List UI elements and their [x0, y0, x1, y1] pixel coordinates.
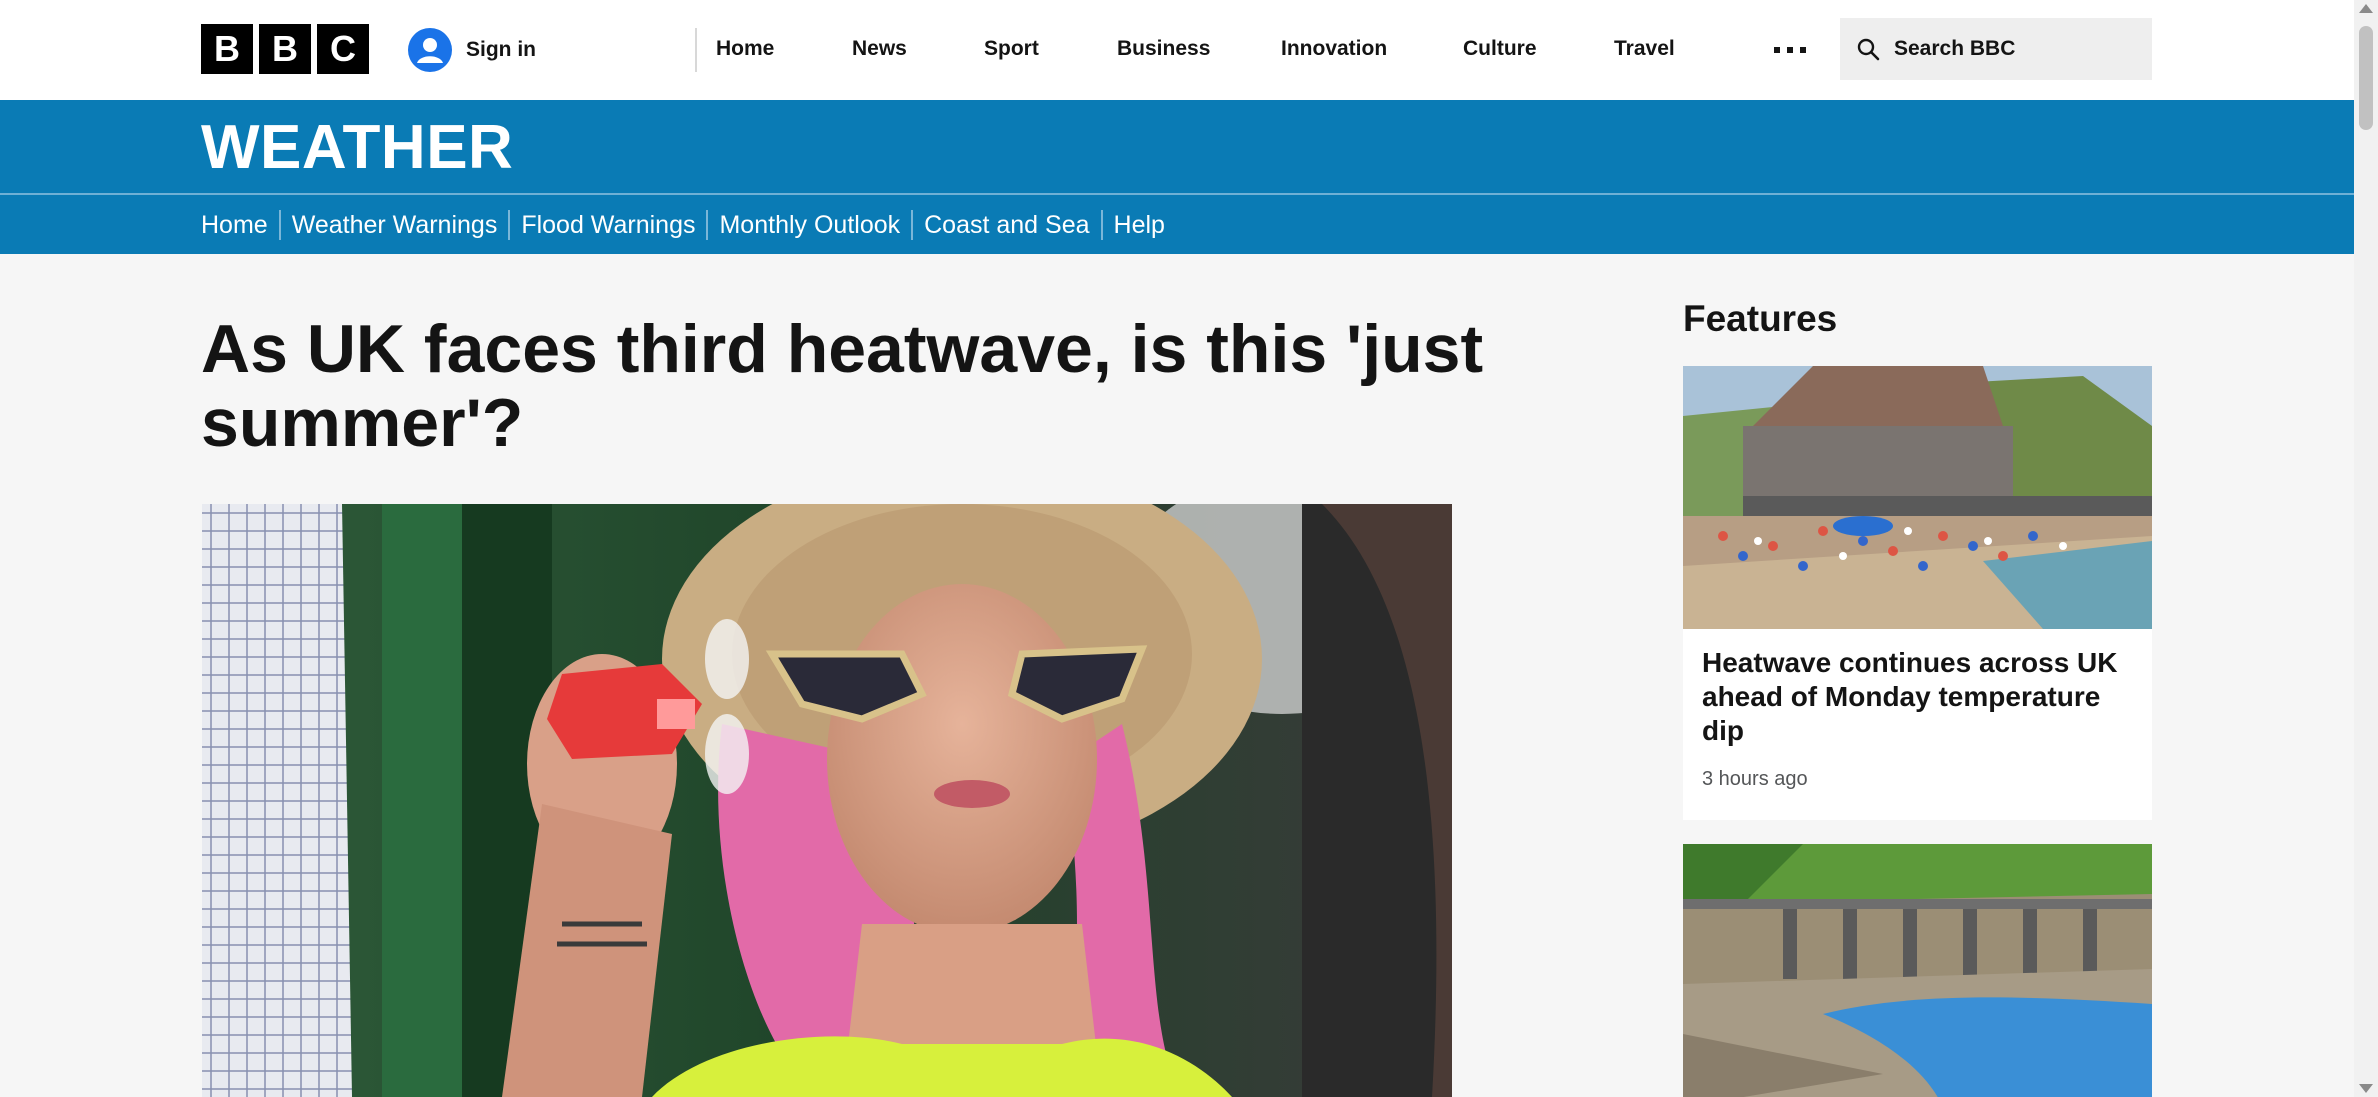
main-nav	[695, 28, 718, 72]
nav-business[interactable]: Business	[1117, 37, 1210, 61]
feature-card-timestamp: 3 hours ago	[1702, 768, 1808, 790]
subnav-help[interactable]: Help	[1103, 210, 1176, 240]
search-input[interactable]: Search BBC	[1840, 18, 2152, 80]
search-placeholder: Search BBC	[1894, 37, 2016, 60]
subnav-monthly-outlook[interactable]: Monthly Outlook	[708, 210, 914, 240]
sign-in-button[interactable]: Sign in	[408, 28, 536, 72]
dried-reservoir-bridge-photo	[1683, 844, 2152, 1097]
nav-sport[interactable]: Sport	[984, 37, 1039, 61]
crowded-beach-photo	[1683, 366, 2152, 629]
woman-with-fan-photo	[202, 504, 1452, 1097]
divider	[0, 193, 2354, 195]
nav-home[interactable]: Home	[716, 37, 774, 61]
nav-travel[interactable]: Travel	[1614, 37, 1675, 61]
logo-letter: B	[259, 24, 311, 74]
subnav-weather-warnings[interactable]: Weather Warnings	[281, 210, 511, 240]
feature-card[interactable]	[1683, 844, 2152, 1097]
feature-card-title: Heatwave continues across UK ahead of Mo…	[1702, 647, 2118, 746]
logo-letter: B	[201, 24, 253, 74]
subnav-home[interactable]: Home	[201, 210, 281, 240]
logo-letter: C	[317, 24, 369, 74]
article-headline: As UK faces third heatwave, is this 'jus…	[201, 311, 1484, 461]
top-navigation-bar: B B C Sign in Home News Sport Business I…	[0, 0, 2354, 100]
feature-card[interactable]: Heatwave continues across UK ahead of Mo…	[1683, 366, 2152, 820]
search-icon	[1857, 38, 1880, 61]
hero-image	[202, 504, 1452, 1097]
nav-innovation[interactable]: Innovation	[1281, 37, 1387, 61]
page-scrollbar[interactable]	[2354, 0, 2378, 1097]
sign-in-label: Sign in	[466, 38, 536, 61]
scrollbar-thumb[interactable]	[2359, 26, 2373, 130]
weather-title[interactable]: WEATHER	[201, 112, 513, 183]
features-heading: Features	[1683, 298, 1838, 339]
nav-culture[interactable]: Culture	[1463, 37, 1537, 61]
weather-subnav: Home Weather Warnings Flood Warnings Mon…	[201, 210, 1176, 240]
bbc-logo[interactable]: B B C	[201, 24, 369, 74]
nav-news[interactable]: News	[852, 37, 907, 61]
subnav-coast-and-sea[interactable]: Coast and Sea	[913, 210, 1103, 240]
weather-header: WEATHER Home Weather Warnings Flood Warn…	[0, 100, 2354, 254]
subnav-flood-warnings[interactable]: Flood Warnings	[510, 210, 709, 240]
user-icon	[408, 28, 452, 72]
scroll-down-arrow-icon[interactable]	[2359, 1084, 2373, 1093]
ellipsis-icon[interactable]	[1772, 38, 1808, 62]
scroll-up-arrow-icon[interactable]	[2359, 4, 2373, 13]
